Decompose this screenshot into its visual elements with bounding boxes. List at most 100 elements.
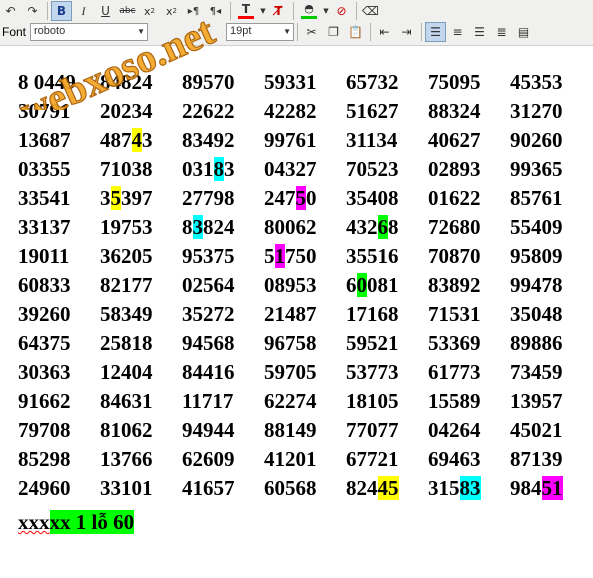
number-cell: 85298 [18,447,71,471]
paste-icon[interactable]: 📋 [345,22,366,42]
note-highlighted-text: xx 1 lỗ 60 [49,510,135,534]
highlighted-digits: 1 [274,244,285,268]
align-center-icon[interactable]: ≡ [447,22,468,42]
note-plain-text: xxx [18,510,50,534]
redo-icon[interactable]: ↷ [22,1,43,21]
number-cell: 58349 [100,302,153,326]
chevron-down-icon: ▼ [137,27,146,36]
number-row: 60833 82177 02564 08953 60081 83892 99478 [18,271,592,300]
number-cell: 42282 [264,99,317,123]
number-cell: 60568 [264,476,317,500]
number-cell: 35408 [346,186,399,210]
strikethrough-button[interactable]: abc [117,1,138,21]
number-cell: 71038 [100,157,153,181]
number-cell: 27798 [182,186,235,210]
number-cell: 41201 [264,447,317,471]
font-size-select[interactable]: 19pt ▼ [226,23,295,41]
result-note: xxxxx 1 lỗ 60 [18,508,135,537]
lottery-number-grid: 8 0449 84824 89570 59331 65732 75095 45353 3079… [18,68,592,503]
number-cell: 30363 [18,360,71,384]
number-cell: 62609 [182,447,235,471]
rtl-direction-icon[interactable]: ¶◂ [205,1,226,21]
number-cell: 35048 [510,302,563,326]
number-cell: 70870 [428,244,481,268]
highlight-dropdown-icon[interactable]: ▼ [322,1,330,21]
toolbar-divider [421,23,423,41]
highlighted-digits: 5 [110,186,121,210]
number-cell: 12404 [100,360,153,384]
highlighted-digits: 5 [295,186,306,210]
highlighted-digits: 4 [131,128,142,152]
text-color-swatch [238,16,254,19]
outdent-icon[interactable]: ⇤ [374,22,395,42]
highlight-color-button[interactable]: ◓ [297,1,321,21]
underline-button[interactable]: U [95,1,116,21]
number-row: 33137 19753 83824 80062 43268 72680 55409 [18,213,592,242]
number-cell: 51750 [264,244,317,268]
number-cell: 80062 [264,215,317,239]
cut-icon[interactable]: ✂ [301,22,322,42]
number-cell: 31270 [510,99,563,123]
number-cell: 87139 [510,447,563,471]
toolbar-row-2: Font roboto ▼ 19pt ▼ ✂ ❐ 📋 ⇤ ⇥ ☰ ≡ ☰ ≣ ▤ [0,21,535,43]
number-cell: 13957 [510,389,563,413]
toolbar-divider [47,2,48,20]
remove-text-color-icon[interactable]: T̸ [268,1,289,21]
number-cell: 70523 [346,157,399,181]
align-justify-icon[interactable]: ≣ [491,22,512,42]
number-row: 91662 84631 11717 62274 18105 15589 13957 [18,387,592,416]
number-cell: 48743 [100,128,153,152]
number-cell: 13687 [18,128,71,152]
number-cell: 60081 [346,273,399,297]
number-cell: 72680 [428,215,481,239]
text-color-dropdown-icon[interactable]: ▼ [259,1,267,21]
superscript-button[interactable]: x2 [161,1,182,21]
toolbar-divider [356,2,357,20]
number-cell: 43268 [346,215,399,239]
eraser-icon[interactable]: ⌫ [360,1,381,21]
number-cell: 64375 [18,331,71,355]
align-right-icon[interactable]: ☰ [469,22,490,42]
highlighted-digits: 8 [213,157,224,181]
undo-icon[interactable]: ↶ [0,1,21,21]
number-cell: 31134 [346,128,398,152]
number-row: 13687 48743 83492 99761 31134 40627 90260 [18,126,592,155]
number-cell: 83892 [428,273,481,297]
text-color-icon: T [241,2,251,16]
number-cell: 02564 [182,273,235,297]
number-cell: 95809 [510,244,563,268]
remove-highlight-icon[interactable]: ⊘ [331,1,352,21]
number-cell: 18105 [346,389,399,413]
font-family-select[interactable]: roboto ▼ [30,23,149,41]
justify-full-icon[interactable]: ▤ [513,22,534,42]
toolbar-divider [370,23,372,41]
number-row: 30791 20234 22622 42282 51627 88324 31270 [18,97,592,126]
number-cell: 35397 [100,186,153,210]
number-cell: 51627 [346,99,399,123]
number-cell: 94568 [182,331,235,355]
number-cell: 69463 [428,447,481,471]
number-row: 19011 36205 95375 51750 35516 70870 95809 [18,242,592,271]
number-row: 30363 12404 84416 59705 53773 61773 73459 [18,358,592,387]
number-cell: 35272 [182,302,235,326]
number-cell: 01622 [428,186,481,210]
number-cell: 20234 [100,99,153,123]
number-cell: 02893 [428,157,481,181]
indent-icon[interactable]: ⇥ [396,22,417,42]
number-cell: 30791 [18,99,71,123]
number-cell: 99478 [510,273,563,297]
italic-button[interactable]: I [73,1,94,21]
align-left-icon[interactable]: ☰ [425,22,447,42]
bold-button[interactable]: B [51,1,72,21]
subscript-button[interactable]: x2 [139,1,160,21]
number-cell: 33541 [18,186,71,210]
text-color-button[interactable]: T [234,1,258,21]
number-cell: 84824 [100,70,153,94]
number-cell: 60833 [18,273,71,297]
copy-icon[interactable]: ❐ [323,22,344,42]
font-label: Font [2,25,27,39]
highlighted-digits: 6 [377,215,388,239]
number-cell: 59331 [264,70,317,94]
number-cell: 55409 [510,215,563,239]
ltr-direction-icon[interactable]: ▸¶ [183,1,204,21]
